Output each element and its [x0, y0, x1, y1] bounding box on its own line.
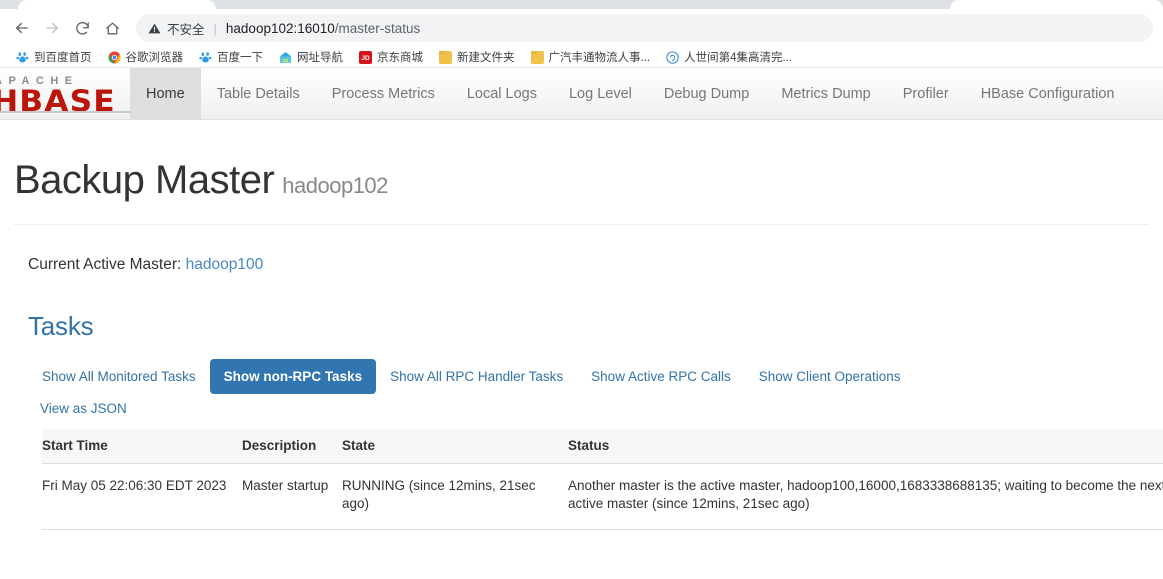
bookmark-item[interactable]: 新建文件夹: [431, 48, 523, 67]
cell-status: Another master is the active master, had…: [568, 463, 1163, 530]
page-title-main: Backup Master: [14, 158, 275, 202]
url-host: hadoop102:16010: [225, 20, 335, 36]
bookmark-label: 广汽丰通物流人事...: [548, 52, 651, 64]
tasks-table-wrapper: Start Time Description State Status Fri …: [14, 429, 1163, 530]
browser-tab-active[interactable]: [18, 0, 216, 9]
not-secure-label: 不安全: [167, 22, 205, 37]
tasks-table-head: Start Time Description State Status: [42, 429, 1163, 464]
baidu-icon: [16, 51, 29, 62]
page-content: Backup Master hadoop102 Current Active Ma…: [0, 120, 1163, 579]
show-non-rpc-tasks-button[interactable]: Show non-RPC Tasks: [209, 359, 377, 394]
nav-item-table-details[interactable]: Table Details: [201, 68, 316, 119]
bookmark-item[interactable]: 百度一下: [191, 48, 271, 67]
hbase-nav-items: Home Table Details Process Metrics Local…: [130, 68, 1131, 119]
folder-icon: [439, 50, 452, 64]
nav-item-local-logs[interactable]: Local Logs: [451, 68, 553, 119]
software-attributes-heading: Software Attributes: [14, 530, 1149, 579]
media-icon: [666, 50, 679, 64]
bookmark-label: 到百度首页: [34, 52, 92, 64]
baidu-icon: [199, 51, 212, 62]
bookmark-label: 网址导航: [297, 52, 343, 64]
bookmarks-bar: 到百度首页 谷歌浏览器 百度一下 123 网址导航 JD 京东商城 新建文件夹 …: [0, 47, 1163, 68]
bookmark-item[interactable]: 谷歌浏览器: [100, 48, 192, 67]
bookmark-label: 京东商城: [377, 52, 423, 64]
tasks-table: Start Time Description State Status Fri …: [42, 429, 1163, 530]
svg-text:123: 123: [283, 58, 289, 62]
url-path: /master-status: [334, 20, 421, 36]
logo-underline: [0, 111, 130, 113]
omnibox-separator: |: [213, 20, 217, 36]
column-header-start-time[interactable]: Start Time: [42, 429, 242, 464]
current-active-master-link[interactable]: hadoop100: [186, 256, 264, 273]
bookmark-label: 谷歌浏览器: [125, 52, 184, 64]
browser-tab-strip: [0, 0, 1163, 9]
forward-arrow-icon[interactable]: [38, 14, 66, 42]
nav-item-metrics-dump[interactable]: Metrics Dump: [765, 68, 886, 119]
bookmark-label: 百度一下: [217, 52, 263, 64]
reload-icon[interactable]: [68, 14, 96, 42]
view-as-json-link[interactable]: View as JSON: [14, 394, 1149, 416]
chrome-icon: [108, 51, 120, 63]
hao123-icon: 123: [280, 51, 291, 63]
page-title-hostname: hadoop102: [282, 173, 388, 198]
cell-state: RUNNING (since 12mins, 21sec ago): [342, 463, 568, 530]
nav-item-home[interactable]: Home: [130, 68, 201, 119]
nav-item-log-level[interactable]: Log Level: [553, 68, 648, 119]
nav-item-hbase-configuration[interactable]: HBase Configuration: [965, 68, 1131, 119]
not-secure-warning-icon: [148, 23, 161, 33]
address-bar[interactable]: 不安全 | hadoop102:16010/master-status: [136, 14, 1153, 42]
tasks-heading: Tasks: [28, 311, 94, 341]
bookmark-label: 人世间第4集高清完...: [684, 52, 793, 64]
nav-item-process-metrics[interactable]: Process Metrics: [316, 68, 451, 119]
show-all-monitored-tasks-button[interactable]: Show All Monitored Tasks: [28, 359, 210, 394]
browser-toolbar: 不安全 | hadoop102:16010/master-status: [0, 9, 1163, 47]
current-active-master: Current Active Master: hadoop100: [14, 225, 1149, 274]
bookmark-item[interactable]: 123 网址导航: [271, 48, 351, 67]
bookmark-item[interactable]: 到百度首页: [8, 48, 100, 67]
cell-start-time: Fri May 05 22:06:30 EDT 2023: [42, 463, 242, 530]
bookmark-item[interactable]: JD 京东商城: [351, 48, 431, 67]
folder-icon: [530, 50, 544, 64]
show-all-rpc-handler-tasks-button[interactable]: Show All RPC Handler Tasks: [376, 359, 577, 394]
table-row: Fri May 05 22:06:30 EDT 2023 Master star…: [42, 463, 1163, 530]
cell-description: Master startup: [242, 463, 342, 530]
show-active-rpc-calls-button[interactable]: Show Active RPC Calls: [577, 359, 745, 394]
hbase-navbar: APACHE HBASE Home Table Details Process …: [0, 68, 1163, 120]
table-header-row: Start Time Description State Status: [42, 429, 1163, 464]
column-header-description[interactable]: Description: [242, 429, 342, 464]
column-header-status[interactable]: Status: [568, 429, 1163, 464]
bookmark-item[interactable]: 人世间第4集高清完...: [658, 48, 800, 67]
nav-item-debug-dump[interactable]: Debug Dump: [648, 68, 765, 119]
column-header-state[interactable]: State: [342, 429, 568, 464]
apache-hbase-logo[interactable]: APACHE HBASE: [0, 68, 130, 119]
svg-text:JD: JD: [361, 55, 370, 62]
bookmark-item[interactable]: 广汽丰通物流人事...: [523, 48, 659, 67]
home-icon[interactable]: [98, 14, 126, 42]
url-text: hadoop102:16010/master-status: [226, 21, 420, 36]
show-client-operations-button[interactable]: Show Client Operations: [745, 359, 915, 394]
back-arrow-icon[interactable]: [8, 14, 36, 42]
task-filter-buttons: Show All Monitored Tasks Show non-RPC Ta…: [14, 342, 1149, 394]
browser-tab-right-area[interactable]: [950, 0, 1163, 9]
page-title: Backup Master hadoop102: [14, 120, 1149, 203]
nav-item-profiler[interactable]: Profiler: [887, 68, 965, 119]
tasks-table-body: Fri May 05 22:06:30 EDT 2023 Master star…: [42, 463, 1163, 530]
bookmark-label: 新建文件夹: [457, 52, 515, 64]
current-active-master-label: Current Active Master:: [28, 256, 182, 273]
jd-icon: JD: [359, 50, 372, 64]
